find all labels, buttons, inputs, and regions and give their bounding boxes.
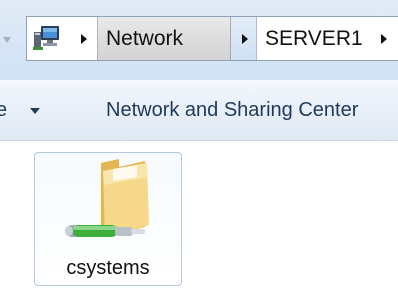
- breadcrumb-server1[interactable]: SERVER1: [257, 17, 398, 60]
- chevron-right-icon: [242, 34, 248, 44]
- breadcrumb-separator[interactable]: [67, 17, 97, 60]
- breadcrumb-label: SERVER1: [265, 27, 363, 50]
- breadcrumb-computer[interactable]: [27, 17, 67, 60]
- content-pane: csystems: [0, 141, 398, 294]
- explorer-window: Network SERVER1 e Network and Sharing Ce…: [0, 0, 398, 294]
- breadcrumb-separator[interactable]: [231, 17, 257, 60]
- network-share-folder-icon: [65, 159, 149, 237]
- computer-icon: [33, 26, 59, 50]
- breadcrumb-label: Network: [106, 27, 184, 50]
- address-bar-row: Network SERVER1: [0, 0, 398, 80]
- shared-folder-item[interactable]: csystems: [34, 152, 182, 286]
- organize-menu-label[interactable]: e: [0, 99, 7, 121]
- chevron-right-icon[interactable]: [381, 34, 387, 44]
- shared-folder-label: csystems: [66, 257, 150, 279]
- back-dropdown-icon[interactable]: [2, 35, 12, 45]
- chevron-right-icon: [81, 34, 87, 44]
- command-bar: e Network and Sharing Center: [0, 80, 398, 141]
- chevron-down-icon[interactable]: [30, 108, 40, 114]
- breadcrumb-network[interactable]: Network: [97, 17, 231, 60]
- address-bar[interactable]: Network SERVER1: [26, 16, 398, 61]
- network-sharing-center-button[interactable]: Network and Sharing Center: [106, 99, 358, 121]
